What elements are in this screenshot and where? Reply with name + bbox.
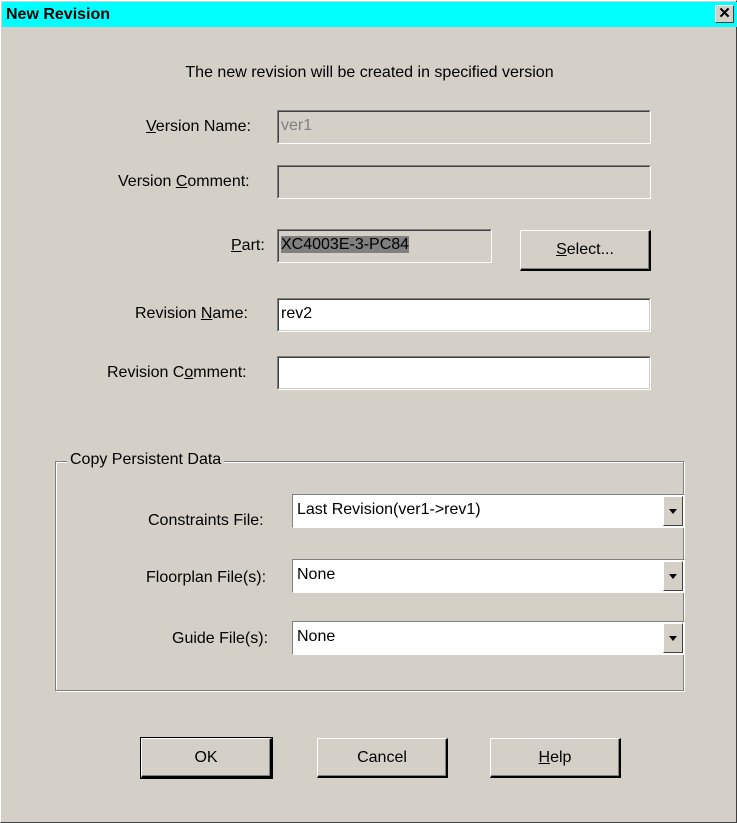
close-icon[interactable]: ✕ [715, 5, 734, 23]
cancel-button[interactable]: Cancel [317, 738, 448, 778]
part-field: XC4003E-3-PC84 [277, 229, 492, 263]
floorplan-file-select[interactable]: None [292, 559, 685, 593]
revision-comment-label: Revision Comment: [107, 364, 247, 381]
floorplan-file-label: Floorplan File(s): [146, 569, 267, 586]
guide-file-value: None [297, 628, 336, 645]
constraints-file-value: Last Revision(ver1->rev1) [297, 501, 481, 518]
chevron-down-icon[interactable] [663, 623, 683, 653]
select-part-button[interactable]: Select... [520, 230, 651, 271]
version-name-label: Version Name: [146, 118, 251, 135]
revision-name-input[interactable]: rev2 [277, 298, 651, 332]
version-comment-label: Version Comment: [118, 173, 250, 190]
window-title: New Revision [6, 6, 111, 23]
intro-text: The new revision will be created in spec… [185, 64, 554, 81]
help-button[interactable]: Help [490, 738, 621, 778]
guide-file-select[interactable]: None [292, 621, 685, 655]
part-value: XC4003E-3-PC84 [281, 236, 410, 253]
revision-name-value: rev2 [281, 305, 313, 322]
constraints-file-select[interactable]: Last Revision(ver1->rev1) [292, 494, 685, 528]
guide-file-label: Guide File(s): [172, 630, 269, 647]
version-name-value: ver1 [281, 117, 313, 134]
version-comment-field [277, 165, 651, 199]
ok-button[interactable]: OK [140, 737, 273, 779]
new-revision-dialog: New Revision ✕ The new revision will be … [0, 0, 737, 823]
constraints-file-label: Constraints File: [148, 512, 264, 529]
floorplan-file-value: None [297, 566, 336, 583]
title-bar[interactable]: New Revision ✕ [2, 2, 737, 27]
part-label: Part: [231, 237, 265, 254]
chevron-down-icon[interactable] [663, 561, 683, 591]
revision-comment-input[interactable] [277, 356, 651, 390]
chevron-down-icon[interactable] [663, 496, 683, 526]
revision-name-label: Revision Name: [135, 305, 248, 322]
copy-persistent-data-title: Copy Persistent Data [67, 451, 225, 469]
version-name-field: ver1 [277, 110, 651, 144]
